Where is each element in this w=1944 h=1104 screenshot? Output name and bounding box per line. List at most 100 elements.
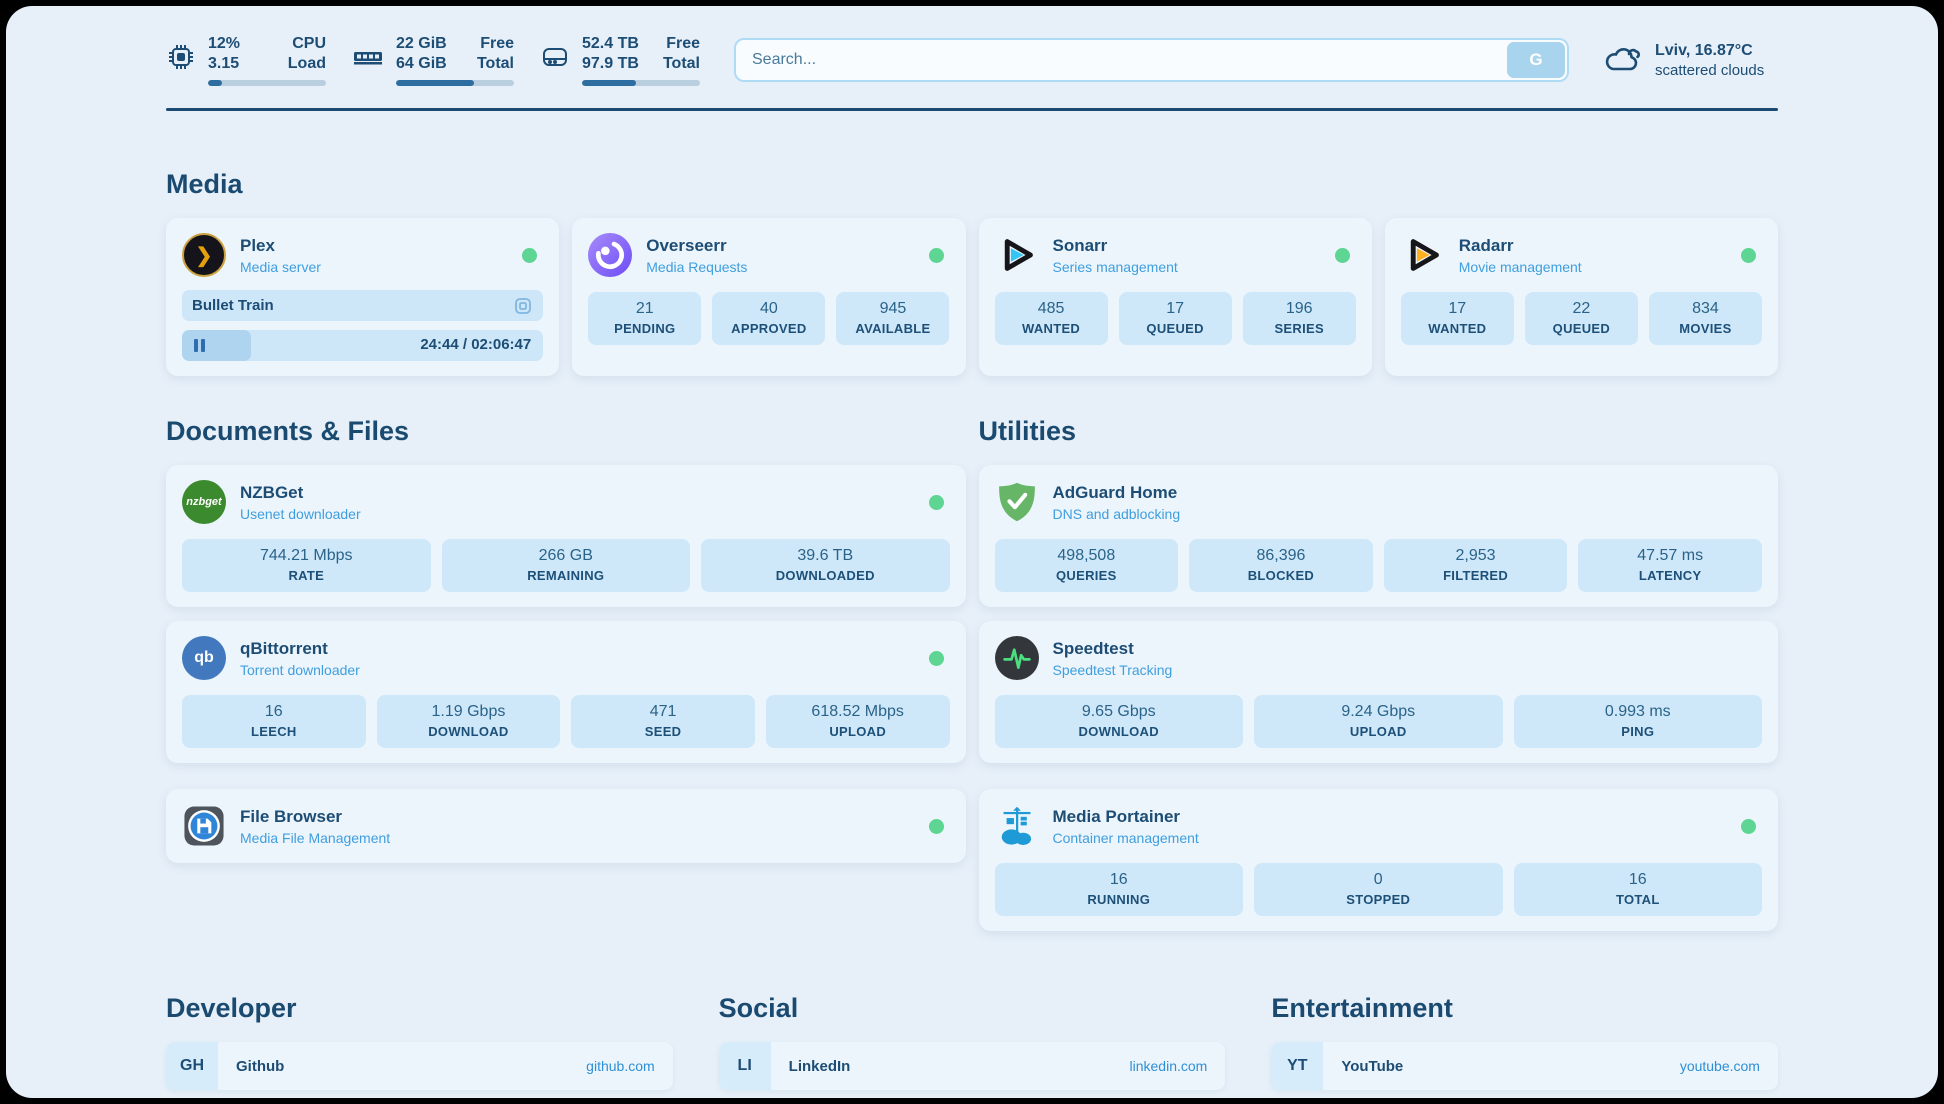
qbittorrent-icon: qb: [182, 636, 226, 680]
dashboard-window: 12% 3.15 CPU Load: [6, 6, 1938, 1098]
stat-tile: 47.57 ms LATENCY: [1578, 539, 1762, 592]
bookmark-group-entertainment: Entertainment YT YouTube youtube.com NF …: [1271, 993, 1778, 1098]
stat-label: SEED: [575, 724, 751, 739]
stat-value: 196: [1247, 300, 1352, 318]
ram-progress-bar: [396, 80, 514, 86]
service-title: File Browser: [240, 807, 390, 827]
stat-value: 744.21 Mbps: [186, 547, 427, 565]
section-title-media: Media: [166, 169, 1778, 200]
stat-value: 834: [1653, 300, 1758, 318]
service-card-sonarr[interactable]: Sonarr Series management 485 WANTED 17 Q…: [979, 218, 1372, 376]
stat-tile: 196 SERIES: [1243, 292, 1356, 345]
status-dot: [1741, 248, 1756, 263]
stat-tile: 498,508 QUERIES: [995, 539, 1179, 592]
service-card-qbittorrent[interactable]: qb qBittorrent Torrent downloader 16 LEE…: [166, 621, 966, 763]
stat-label: LEECH: [186, 724, 362, 739]
stat-tile: 485 WANTED: [995, 292, 1108, 345]
service-card-overseerr[interactable]: Overseerr Media Requests 21 PENDING 40 A…: [572, 218, 965, 376]
service-card-filebrowser[interactable]: File Browser Media File Management: [166, 789, 966, 863]
status-dot: [929, 248, 944, 263]
stat-tile: 2,953 FILTERED: [1384, 539, 1568, 592]
stat-tile: 0 STOPPED: [1254, 863, 1503, 916]
service-card-speedtest[interactable]: Speedtest Speedtest Tracking 9.65 Gbps D…: [979, 621, 1779, 763]
stat-label: QUEUED: [1123, 321, 1228, 336]
stat-value: 0: [1258, 871, 1499, 889]
bookmark-abbr: YT: [1271, 1042, 1323, 1090]
stat-tile: 9.24 Gbps UPLOAD: [1254, 695, 1503, 748]
stat-value: 39.6 TB: [705, 547, 946, 565]
cpu-label: CPU: [288, 34, 326, 54]
disk-stat: 52.4 TB 97.9 TB Free Total: [540, 34, 700, 86]
stat-tile: 16 TOTAL: [1514, 863, 1763, 916]
disk-free-label: Free: [663, 34, 700, 54]
section-title-social: Social: [719, 993, 1226, 1024]
stat-label: UPLOAD: [770, 724, 946, 739]
service-title: qBittorrent: [240, 639, 360, 659]
search-bar: G: [734, 38, 1569, 82]
filebrowser-icon: [182, 804, 226, 848]
stat-tile: 0.993 ms PING: [1514, 695, 1763, 748]
ram-total-label: Total: [477, 54, 514, 74]
service-card-nzbget[interactable]: nzbget NZBGet Usenet downloader 744.21 M…: [166, 465, 966, 607]
stat-tile: 22 QUEUED: [1525, 292, 1638, 345]
stat-value: 0.993 ms: [1518, 703, 1759, 721]
stat-label: DOWNLOAD: [999, 724, 1240, 739]
bookmark-linkedin[interactable]: LI LinkedIn linkedin.com: [719, 1042, 1226, 1090]
topbar-divider: [166, 108, 1778, 111]
stat-tile: 17 QUEUED: [1119, 292, 1232, 345]
service-title: Media Portainer: [1053, 807, 1199, 827]
stat-tile: 744.21 Mbps RATE: [182, 539, 431, 592]
bookmark-github[interactable]: GH Github github.com: [166, 1042, 673, 1090]
disk-total-value: 97.9 TB: [582, 54, 639, 74]
stat-label: BLOCKED: [1193, 568, 1369, 583]
topbar: 12% 3.15 CPU Load: [166, 34, 1778, 86]
stat-label: UPLOAD: [1258, 724, 1499, 739]
weather-condition: scattered clouds: [1655, 62, 1764, 79]
stat-tile: 266 GB REMAINING: [442, 539, 691, 592]
service-subtitle: Series management: [1053, 259, 1178, 275]
service-card-adguard[interactable]: AdGuard Home DNS and adblocking 498,508 …: [979, 465, 1779, 607]
service-card-plex[interactable]: ❯ Plex Media server Bullet Train: [166, 218, 559, 376]
stat-tile: 40 APPROVED: [712, 292, 825, 345]
pause-icon: [194, 339, 205, 352]
disk-free-value: 52.4 TB: [582, 34, 639, 54]
service-title: Sonarr: [1053, 236, 1178, 256]
stat-value: 498,508: [999, 547, 1175, 565]
stat-value: 1.19 Gbps: [381, 703, 557, 721]
stat-tile: 945 AVAILABLE: [836, 292, 949, 345]
tv-icon[interactable]: [513, 296, 533, 316]
stat-label: FILTERED: [1388, 568, 1564, 583]
adguard-icon: [995, 480, 1039, 524]
service-card-radarr[interactable]: Radarr Movie management 17 WANTED 22 QUE…: [1385, 218, 1778, 376]
portainer-icon: [995, 804, 1039, 848]
stat-value: 17: [1123, 300, 1228, 318]
bookmark-name: YouTube: [1341, 1058, 1403, 1075]
stat-label: PENDING: [592, 321, 697, 336]
stat-label: RUNNING: [999, 892, 1240, 907]
cpu-load-label: Load: [288, 54, 326, 74]
stat-tile: 16 LEECH: [182, 695, 366, 748]
service-subtitle: Speedtest Tracking: [1053, 662, 1173, 678]
radarr-icon: [1401, 233, 1445, 277]
service-title: Radarr: [1459, 236, 1582, 256]
stat-label: QUERIES: [999, 568, 1175, 583]
stat-label: MOVIES: [1653, 321, 1758, 336]
service-card-portainer[interactable]: Media Portainer Container management 16 …: [979, 789, 1779, 931]
section-title-developer: Developer: [166, 993, 673, 1024]
stat-value: 2,953: [1388, 547, 1564, 565]
service-title: Speedtest: [1053, 639, 1173, 659]
search-input[interactable]: [734, 38, 1569, 82]
stat-label: PING: [1518, 724, 1759, 739]
disk-icon: [540, 42, 570, 72]
status-dot: [522, 248, 537, 263]
stat-tile: 834 MOVIES: [1649, 292, 1762, 345]
ram-icon: [352, 42, 384, 72]
now-playing-row: Bullet Train: [182, 290, 543, 321]
bookmark-youtube[interactable]: YT YouTube youtube.com: [1271, 1042, 1778, 1090]
stat-tile: 17 WANTED: [1401, 292, 1514, 345]
playback-progress-bar: 24:44 / 02:06:47: [182, 330, 543, 361]
stat-label: REMAINING: [446, 568, 687, 583]
ram-free-value: 22 GiB: [396, 34, 447, 54]
cpu-progress-fill: [208, 80, 222, 86]
search-engine-button[interactable]: G: [1507, 42, 1565, 78]
